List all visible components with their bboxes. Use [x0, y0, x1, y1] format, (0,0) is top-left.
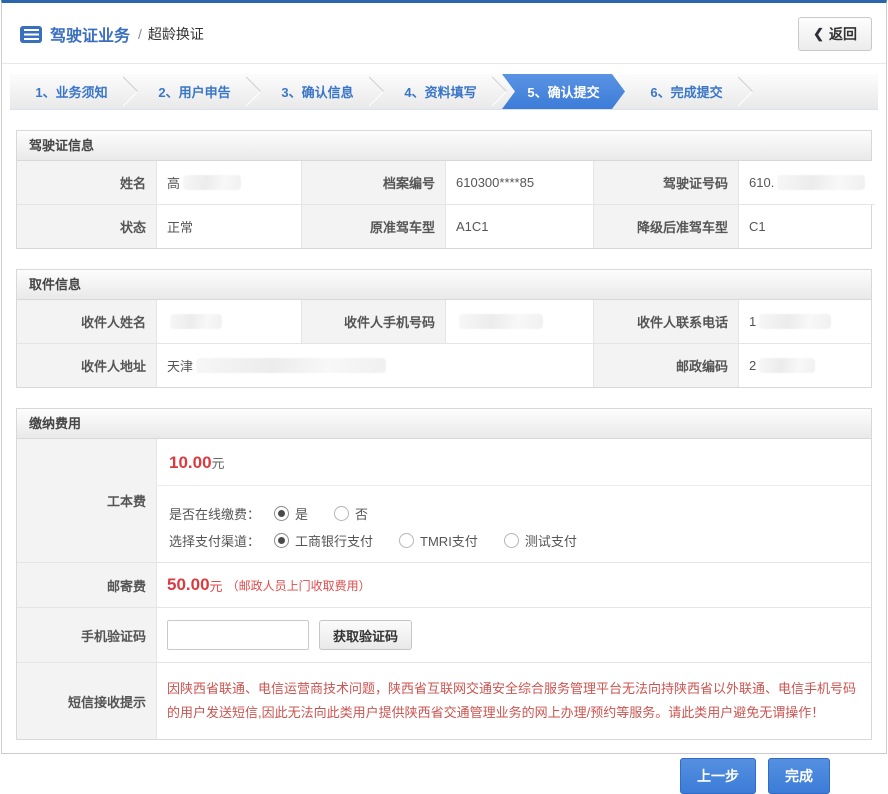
recipient-name-label: 收件人姓名	[17, 300, 157, 344]
recipient-address-value: 天津	[157, 344, 594, 387]
online-payment-question-row: 是否在线缴费： 是 否	[169, 504, 859, 523]
finish-button[interactable]: 完成	[768, 758, 830, 794]
file-number-value: 610300****85	[446, 161, 594, 205]
captcha-input[interactable]	[167, 620, 309, 650]
downgraded-class-value: C1	[739, 205, 871, 248]
license-section-title: 驾驶证信息	[17, 131, 871, 161]
license-info-section: 驾驶证信息 姓名 高 档案编号 610300****85 驾驶证号码 610. …	[16, 130, 872, 249]
recipient-name-value	[157, 300, 302, 344]
redaction-blur	[777, 175, 865, 190]
payment-channel-question: 选择支付渠道：	[169, 531, 260, 550]
page-container: 驾驶证业务 / 超龄换证 ❮ 返回 1、业务须知 2、用户申告 3、确认信息 4…	[1, 0, 887, 754]
fees-section-title: 缴纳费用	[17, 409, 871, 439]
cost-amount-block: 10.00元	[157, 439, 871, 486]
online-no-option[interactable]: 否	[334, 504, 368, 523]
step-4-fill-data[interactable]: 4、资料填写	[379, 74, 502, 109]
captcha-value-cell: 获取验证码	[157, 608, 871, 663]
status-value: 正常	[157, 205, 302, 248]
pickup-row-1: 收件人姓名 收件人手机号码 收件人联系电话 1	[17, 300, 871, 344]
previous-step-button[interactable]: 上一步	[680, 758, 756, 794]
get-captcha-button[interactable]: 获取验证码	[319, 620, 412, 650]
original-class-label: 原准驾车型	[302, 205, 446, 248]
cost-fee-row: 工本费 10.00元 是否在线缴费： 是 否 选择支付渠道： 工商银行支付 TM…	[17, 439, 871, 563]
radio-checked-icon[interactable]	[274, 533, 289, 548]
license-number-label: 驾驶证号码	[594, 161, 739, 205]
postage-fee-label: 邮寄费	[17, 563, 157, 608]
step-6-done[interactable]: 6、完成提交	[625, 74, 748, 109]
channel-tmri-option[interactable]: TMRI支付	[399, 531, 478, 550]
cost-unit: 元	[212, 456, 225, 471]
license-number-value: 610.	[739, 161, 875, 205]
redaction-blur	[459, 314, 543, 329]
step-separator-icon	[724, 77, 754, 107]
radio-unchecked-icon[interactable]	[399, 533, 414, 548]
postage-unit: 元	[210, 576, 223, 595]
postage-fee-value: 50.00元 （邮政人员上门收取费用）	[157, 563, 871, 608]
chevron-left-icon: ❮	[813, 26, 824, 42]
redaction-blur	[170, 314, 222, 329]
redaction-blur	[196, 358, 386, 373]
postage-fee-row: 邮寄费 50.00元 （邮政人员上门收取费用）	[17, 563, 871, 608]
pickup-section-title: 取件信息	[17, 270, 871, 300]
radio-unchecked-icon[interactable]	[334, 506, 349, 521]
channel-test-option[interactable]: 测试支付	[504, 531, 577, 550]
redaction-blur	[759, 314, 831, 329]
recipient-address-label: 收件人地址	[17, 344, 157, 387]
recipient-phone-label: 收件人联系电话	[594, 300, 739, 344]
postage-note: （邮政人员上门收取费用）	[227, 577, 371, 594]
file-number-label: 档案编号	[302, 161, 446, 205]
payment-options: 是否在线缴费： 是 否 选择支付渠道： 工商银行支付 TMRI支付 测试支付	[157, 486, 871, 562]
online-yes-option[interactable]: 是	[274, 504, 308, 523]
postcode-value: 2	[739, 344, 871, 387]
redaction-blur	[183, 175, 241, 190]
step-3-confirm-info[interactable]: 3、确认信息	[256, 74, 379, 109]
step-2-declare[interactable]: 2、用户申告	[133, 74, 256, 109]
back-button[interactable]: ❮ 返回	[798, 17, 872, 51]
status-label: 状态	[17, 205, 157, 248]
radio-checked-icon[interactable]	[274, 506, 289, 521]
step-wizard: 1、业务须知 2、用户申告 3、确认信息 4、资料填写 5、确认提交 6、完成提…	[10, 74, 878, 110]
sms-notice-cell: 因陕西省联通、电信运营商技术问题，陕西省互联网交通安全综合服务管理平台无法向持陕…	[157, 663, 871, 739]
cost-amount: 10.00	[169, 453, 212, 472]
pickup-row-2: 收件人地址 天津 邮政编码 2	[17, 344, 871, 387]
back-button-label: 返回	[829, 24, 857, 44]
sms-notice-text: 因陕西省联通、电信运营商技术问题，陕西省互联网交通安全综合服务管理平台无法向持陕…	[167, 675, 861, 727]
license-row-1: 姓名 高 档案编号 610300****85 驾驶证号码 610.	[17, 161, 871, 205]
downgraded-class-label: 降级后准驾车型	[594, 205, 739, 248]
online-payment-question: 是否在线缴费：	[169, 504, 260, 523]
cost-fee-label: 工本费	[17, 439, 157, 563]
name-value: 高	[157, 161, 302, 205]
pickup-info-section: 取件信息 收件人姓名 收件人手机号码 收件人联系电话 1 收件人地址 天津 邮政…	[16, 269, 872, 388]
redaction-blur	[759, 358, 815, 373]
postcode-label: 邮政编码	[594, 344, 739, 387]
footer-actions: 上一步 完成	[2, 740, 886, 794]
captcha-label: 手机验证码	[17, 608, 157, 663]
original-class-value: A1C1	[446, 205, 594, 248]
radio-unchecked-icon[interactable]	[504, 533, 519, 548]
page-title: 驾驶证业务	[50, 22, 130, 46]
name-label: 姓名	[17, 161, 157, 205]
page-header: 驾驶证业务 / 超龄换证 ❮ 返回	[2, 3, 886, 64]
sms-notice-label: 短信接收提示	[17, 663, 157, 739]
recipient-phone-value: 1	[739, 300, 871, 344]
postage-amount: 50.00	[167, 575, 210, 595]
breadcrumb-separator: /	[138, 26, 142, 42]
list-icon	[20, 26, 42, 43]
payment-channel-question-row: 选择支付渠道： 工商银行支付 TMRI支付 测试支付	[169, 531, 859, 550]
step-5-confirm-submit[interactable]: 5、确认提交	[502, 74, 625, 109]
channel-icbc-option[interactable]: 工商银行支付	[274, 531, 373, 550]
recipient-mobile-value	[446, 300, 594, 344]
step-separator-icon	[478, 77, 508, 107]
sms-notice-row: 短信接收提示 因陕西省联通、电信运营商技术问题，陕西省互联网交通安全综合服务管理…	[17, 663, 871, 739]
cost-fee-value: 10.00元 是否在线缴费： 是 否 选择支付渠道： 工商银行支付 TMRI支付…	[157, 439, 871, 563]
captcha-row: 手机验证码 获取验证码	[17, 608, 871, 663]
recipient-mobile-label: 收件人手机号码	[302, 300, 446, 344]
breadcrumb-current: 超龄换证	[148, 24, 204, 44]
fees-section: 缴纳费用 工本费 10.00元 是否在线缴费： 是 否 选择支付渠道： 工商银行…	[16, 408, 872, 740]
step-1-notice[interactable]: 1、业务须知	[10, 74, 133, 109]
license-row-2: 状态 正常 原准驾车型 A1C1 降级后准驾车型 C1	[17, 205, 871, 248]
